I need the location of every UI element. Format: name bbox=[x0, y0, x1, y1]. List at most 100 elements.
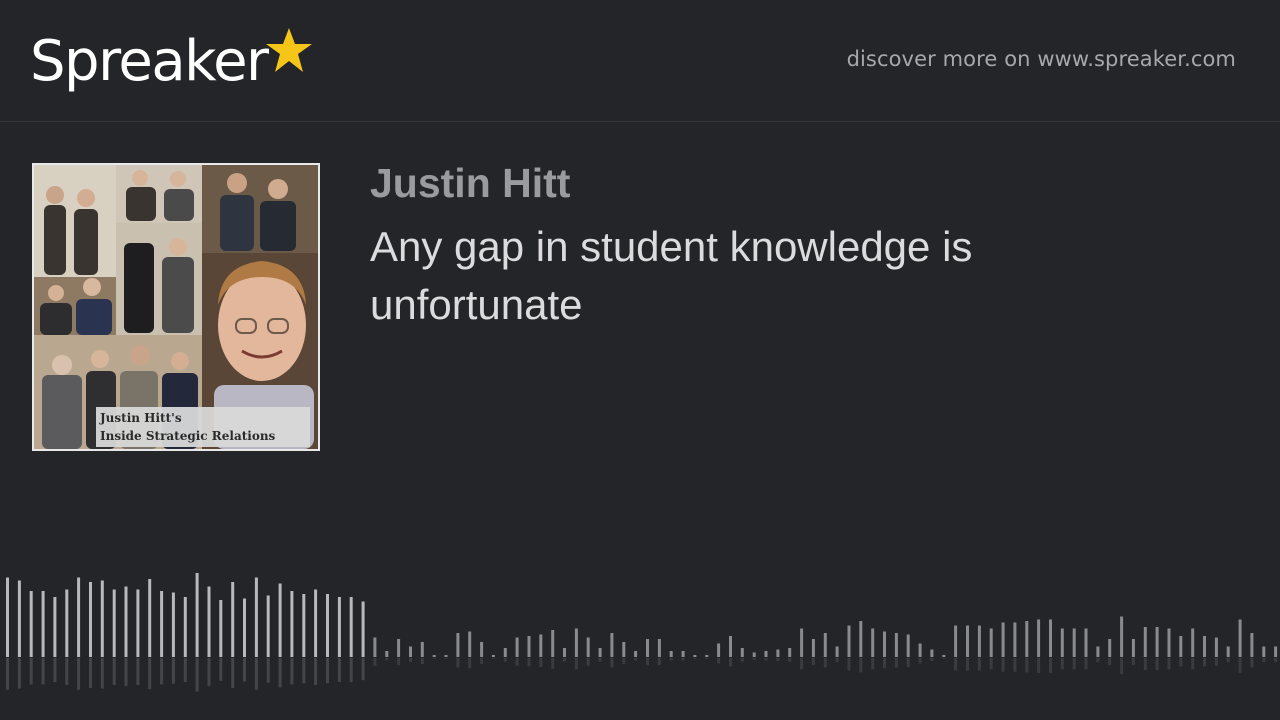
waveform-bar bbox=[148, 579, 152, 657]
waveform-bar-reflection bbox=[266, 658, 270, 683]
waveform-bar bbox=[491, 655, 495, 657]
waveform-bar-reflection bbox=[456, 658, 460, 668]
waveform-bar-reflection bbox=[171, 658, 175, 684]
waveform-bar bbox=[705, 655, 709, 657]
waveform-bar bbox=[729, 636, 732, 657]
waveform-bar-reflection bbox=[539, 658, 543, 667]
waveform-bar bbox=[823, 633, 827, 657]
waveform-bar bbox=[337, 597, 341, 657]
discover-link[interactable]: discover more on www.spreaker.com bbox=[847, 47, 1236, 71]
waveform-bar-reflection bbox=[349, 658, 353, 682]
waveform-bar bbox=[171, 592, 175, 657]
waveform-bar bbox=[871, 628, 875, 657]
waveform-bar-reflection bbox=[729, 658, 732, 667]
waveform-bar bbox=[361, 601, 365, 657]
waveform-bar bbox=[859, 621, 863, 657]
waveform-bar-reflection bbox=[1084, 658, 1088, 670]
waveform-bar bbox=[278, 583, 282, 657]
waveform-bar bbox=[527, 636, 531, 657]
waveform-bar bbox=[290, 591, 294, 657]
waveform-bar-reflection bbox=[977, 658, 981, 671]
waveform-bar-reflection bbox=[563, 658, 566, 662]
waveform-bar bbox=[480, 642, 484, 657]
waveform-bar-reflection bbox=[219, 658, 223, 681]
waveform-bar-reflection bbox=[278, 658, 282, 688]
waveform-bar bbox=[539, 634, 543, 657]
waveform-bar bbox=[1238, 619, 1242, 657]
cover-caption-line2: Inside Strategic Relations bbox=[100, 429, 276, 443]
waveform-bar-reflection bbox=[954, 658, 958, 671]
waveform-bar-reflection bbox=[823, 658, 827, 668]
waveform-bar-reflection bbox=[515, 658, 519, 666]
waveform-bar bbox=[563, 648, 566, 657]
waveform-bar bbox=[764, 651, 768, 657]
waveform-bar-reflection bbox=[373, 658, 377, 666]
waveform-bar-reflection bbox=[1155, 658, 1159, 670]
waveform-bar bbox=[740, 648, 744, 657]
waveform-bar-reflection bbox=[859, 658, 863, 673]
waveform-bar-reflection bbox=[1179, 658, 1183, 667]
waveform-bar-reflection bbox=[717, 658, 721, 664]
waveform-bar-reflection bbox=[100, 658, 104, 689]
waveform-bar-reflection bbox=[1025, 658, 1029, 673]
waveform-bar-reflection bbox=[574, 658, 578, 670]
waveform-bar bbox=[1013, 622, 1017, 657]
waveform-bar-reflection bbox=[1108, 658, 1112, 666]
waveform-bar bbox=[989, 628, 993, 657]
waveform-bar bbox=[231, 582, 235, 657]
waveform-bar-reflection bbox=[17, 658, 21, 689]
waveform-bar-reflection bbox=[942, 658, 946, 659]
waveform-bar-reflection bbox=[148, 658, 152, 690]
waveform-bar bbox=[515, 637, 519, 657]
waveform-bar bbox=[811, 639, 815, 657]
waveform-bar bbox=[100, 580, 104, 657]
waveform-bar-reflection bbox=[669, 658, 673, 661]
waveform-bar-reflection bbox=[1060, 658, 1064, 670]
waveform-bar bbox=[847, 625, 851, 657]
waveform-bar bbox=[29, 591, 33, 657]
waveform-bar-reflection bbox=[764, 658, 768, 661]
waveform-bar bbox=[17, 580, 21, 657]
waveform-bar bbox=[326, 594, 329, 657]
waveform-bar bbox=[930, 649, 934, 657]
waveform-bar bbox=[1049, 619, 1052, 657]
waveform-bar bbox=[195, 573, 199, 657]
waveform-bar bbox=[693, 655, 697, 657]
waveform-bar bbox=[1226, 646, 1230, 657]
waveform-bar-reflection bbox=[610, 658, 614, 668]
waveform-bar bbox=[503, 648, 507, 657]
waveform-bar-reflection bbox=[894, 658, 898, 668]
waveform-bar-reflection bbox=[302, 658, 306, 684]
waveform-bar-reflection bbox=[231, 658, 235, 688]
waveform-bar-reflection bbox=[290, 658, 294, 685]
waveform-bar-reflection bbox=[491, 658, 495, 659]
spreaker-logo[interactable]: Spreaker bbox=[30, 24, 314, 100]
waveform-bar bbox=[385, 651, 389, 657]
waveform-bar-reflection bbox=[385, 658, 389, 661]
waveform-bar bbox=[622, 642, 626, 657]
waveform-bar-reflection bbox=[740, 658, 744, 662]
waveform-bar bbox=[551, 630, 555, 657]
waveform-bar bbox=[1250, 633, 1254, 657]
waveform-bar bbox=[266, 595, 270, 657]
waveform-bar-reflection bbox=[1250, 658, 1254, 668]
waveform-bar-reflection bbox=[432, 658, 436, 659]
star-icon bbox=[265, 28, 312, 72]
waveform-bar-reflection bbox=[183, 658, 187, 682]
waveform-bar bbox=[219, 600, 223, 657]
waveform-bar-reflection bbox=[444, 658, 448, 659]
waveform-bar bbox=[906, 634, 910, 657]
waveform-bar-reflection bbox=[634, 658, 638, 661]
waveform-bar-reflection bbox=[883, 658, 886, 669]
waveform-bar bbox=[1167, 628, 1171, 657]
waveform-bar bbox=[1179, 636, 1183, 657]
waveform-bar bbox=[1096, 646, 1100, 657]
waveform-bar bbox=[6, 577, 9, 657]
waveform-bar bbox=[1072, 628, 1076, 657]
waveform-bar-reflection bbox=[1226, 658, 1230, 663]
waveform-bar bbox=[954, 625, 958, 657]
waveform-bar-reflection bbox=[752, 658, 756, 660]
waveform-bar bbox=[77, 577, 81, 657]
waveform-bar-reflection bbox=[337, 658, 341, 682]
waveform-bar bbox=[456, 633, 460, 657]
